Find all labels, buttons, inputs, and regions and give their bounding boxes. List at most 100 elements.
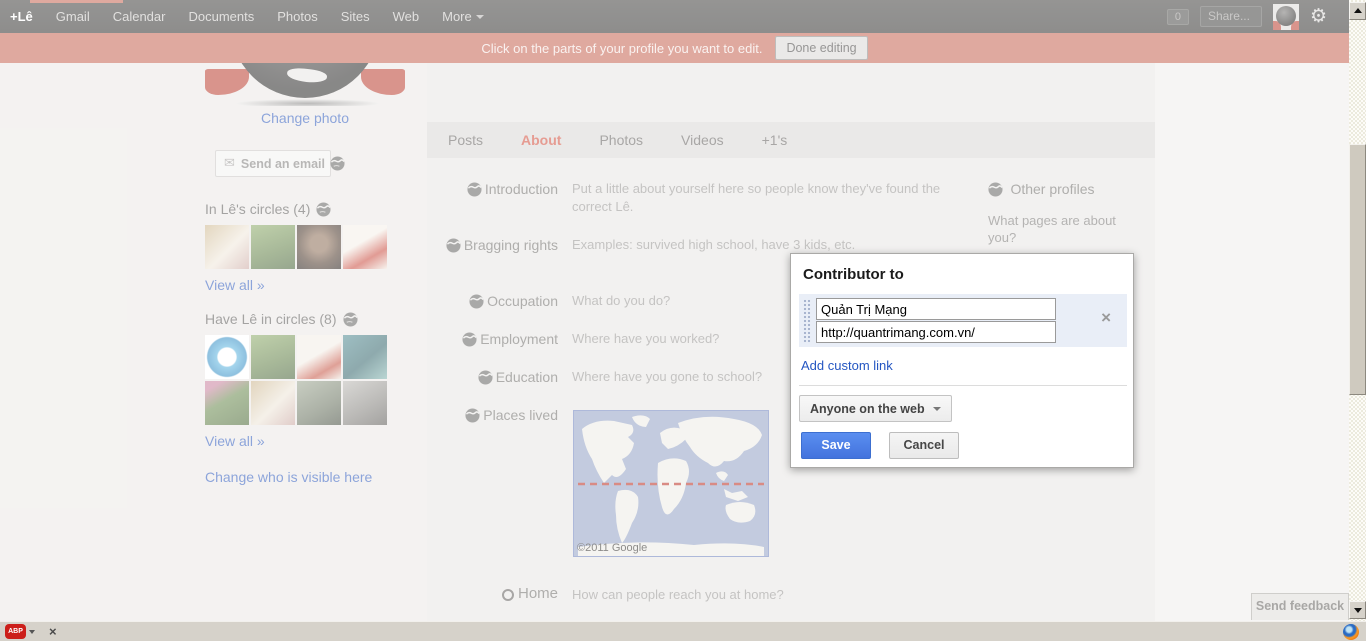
done-editing-button[interactable]: Done editing: [775, 36, 868, 60]
avatar-puppy[interactable]: [251, 381, 295, 425]
drag-handle[interactable]: [803, 299, 811, 343]
section-label-home: Home: [427, 585, 558, 603]
avatar-motorbike[interactable]: [297, 381, 341, 425]
browser-scrollbar[interactable]: [1349, 0, 1366, 621]
section-value-home[interactable]: How can people reach you at home?: [572, 586, 784, 604]
link-name-input[interactable]: [816, 298, 1056, 320]
scroll-up-button[interactable]: [1349, 2, 1366, 20]
section-label-occupation: Occupation: [427, 292, 558, 310]
nav-link-calendar[interactable]: Calendar: [113, 9, 166, 24]
avatar-woman-flowers[interactable]: [205, 381, 249, 425]
chevron-down-icon: [475, 15, 484, 19]
public-globe-icon[interactable]: [469, 294, 484, 309]
photo-flame-left: [205, 69, 249, 95]
theme-accent-sliver: [30, 0, 123, 3]
visibility-dropdown[interactable]: Anyone on the web: [799, 395, 952, 422]
page-right-gutter: [1155, 63, 1349, 621]
navbar-links: +Lê Gmail Calendar Documents Photos Site…: [10, 0, 484, 33]
send-email-button[interactable]: ✉ Send an email: [215, 150, 331, 177]
dialog-divider: [799, 385, 1127, 386]
firefox-icon[interactable]: [1343, 624, 1359, 640]
nav-link-profile[interactable]: +Lê: [10, 9, 33, 24]
map-attribution: ©2011 Google: [577, 542, 648, 554]
tab-about[interactable]: About: [521, 132, 561, 148]
public-globe-icon[interactable]: [478, 370, 493, 385]
public-globe-icon[interactable]: [462, 332, 477, 347]
other-profiles-label: Other profiles: [988, 181, 1095, 199]
share-button[interactable]: Share...: [1199, 6, 1262, 27]
scrollbar-thumb[interactable]: [1349, 144, 1366, 395]
close-icon[interactable]: ×: [49, 624, 57, 639]
chevron-down-icon[interactable]: [29, 629, 35, 634]
avatar-cartoon-lamp[interactable]: [297, 335, 341, 379]
profile-photo[interactable]: [205, 63, 405, 106]
add-custom-link[interactable]: Add custom link: [801, 358, 893, 373]
avatar-man-standing[interactable]: [343, 381, 387, 425]
section-value-bragging[interactable]: Examples: survived high school, have 3 k…: [572, 236, 950, 254]
photo-shadow: [235, 99, 380, 106]
avatar-q-logo[interactable]: [205, 335, 249, 379]
save-button[interactable]: Save: [801, 432, 871, 459]
section-value-introduction[interactable]: Put a little about yourself here so peop…: [572, 180, 950, 216]
avatar-father-baby[interactable]: [343, 335, 387, 379]
private-ring-icon[interactable]: [501, 589, 514, 601]
contributor-dialog: Contributor to × Add custom link Anyone …: [790, 253, 1134, 468]
section-label-places: Places lived: [427, 406, 558, 424]
section-label-bragging: Bragging rights: [427, 236, 558, 254]
adblock-icon[interactable]: ABP: [5, 624, 26, 639]
in-circles-heading: In Lê's circles (4): [205, 201, 332, 217]
nav-menu-more[interactable]: More: [442, 9, 484, 24]
public-globe-icon[interactable]: [316, 201, 332, 217]
public-globe-icon[interactable]: [342, 311, 358, 327]
nav-link-sites[interactable]: Sites: [341, 9, 370, 24]
profile-tabs: Posts About Photos Videos +1's: [427, 122, 1155, 158]
change-visible-link[interactable]: Change who is visible here: [205, 469, 372, 485]
public-globe-icon[interactable]: [446, 238, 461, 253]
nav-link-photos[interactable]: Photos: [277, 9, 317, 24]
send-feedback-button[interactable]: Send feedback: [1251, 593, 1349, 620]
nav-link-documents[interactable]: Documents: [188, 9, 254, 24]
chevron-down-icon: [932, 406, 941, 411]
section-value-occupation[interactable]: What do you do?: [572, 292, 670, 310]
link-url-input[interactable]: [816, 321, 1056, 343]
have-circles-avatars-row2: [205, 381, 387, 425]
avatar-sphere: [1275, 5, 1296, 26]
change-photo-link[interactable]: Change photo: [205, 110, 405, 126]
tab-photos[interactable]: Photos: [599, 132, 643, 148]
gear-icon[interactable]: ⚙: [1310, 7, 1327, 26]
envelope-icon: ✉: [224, 156, 235, 171]
google-navbar: +Lê Gmail Calendar Documents Photos Site…: [0, 0, 1349, 33]
user-avatar[interactable]: [1272, 3, 1299, 30]
link-entry-row: ×: [799, 294, 1127, 347]
avatar-woman-field[interactable]: [251, 335, 295, 379]
tab-posts[interactable]: Posts: [448, 132, 483, 148]
nav-link-web[interactable]: Web: [393, 9, 420, 24]
edit-notice-bar: Click on the parts of your profile you w…: [0, 33, 1349, 63]
nav-link-gmail[interactable]: Gmail: [56, 9, 90, 24]
avatar-man-portrait[interactable]: [297, 225, 341, 269]
public-globe-icon[interactable]: [467, 182, 482, 197]
tab-videos[interactable]: Videos: [681, 132, 724, 148]
world-map-image: [574, 411, 768, 556]
avatar-woman-field[interactable]: [251, 225, 295, 269]
tab-plusones[interactable]: +1's: [762, 132, 788, 148]
send-email-label: Send an email: [240, 156, 325, 171]
section-value-employment[interactable]: Where have you worked?: [572, 330, 719, 348]
section-value-education[interactable]: Where have you gone to school?: [572, 368, 762, 386]
view-all-link[interactable]: View all »: [205, 433, 265, 449]
public-globe-icon[interactable]: [465, 408, 480, 423]
view-all-link[interactable]: View all »: [205, 277, 265, 293]
in-circles-avatars: [205, 225, 387, 269]
scroll-down-button[interactable]: [1349, 601, 1366, 619]
avatar-cartoon-chair[interactable]: [343, 225, 387, 269]
avatar-puppy[interactable]: [205, 225, 249, 269]
places-lived-map[interactable]: ©2011 Google: [573, 410, 769, 557]
cancel-button[interactable]: Cancel: [889, 432, 959, 459]
remove-link-icon[interactable]: ×: [1101, 309, 1111, 326]
have-circles-avatars-row1: [205, 335, 387, 379]
notifications-badge[interactable]: 0: [1166, 8, 1189, 25]
section-label-employment: Employment: [427, 330, 558, 348]
public-globe-icon[interactable]: [988, 182, 1003, 197]
public-globe-icon[interactable]: [330, 156, 345, 171]
dialog-title: Contributor to: [803, 266, 904, 283]
